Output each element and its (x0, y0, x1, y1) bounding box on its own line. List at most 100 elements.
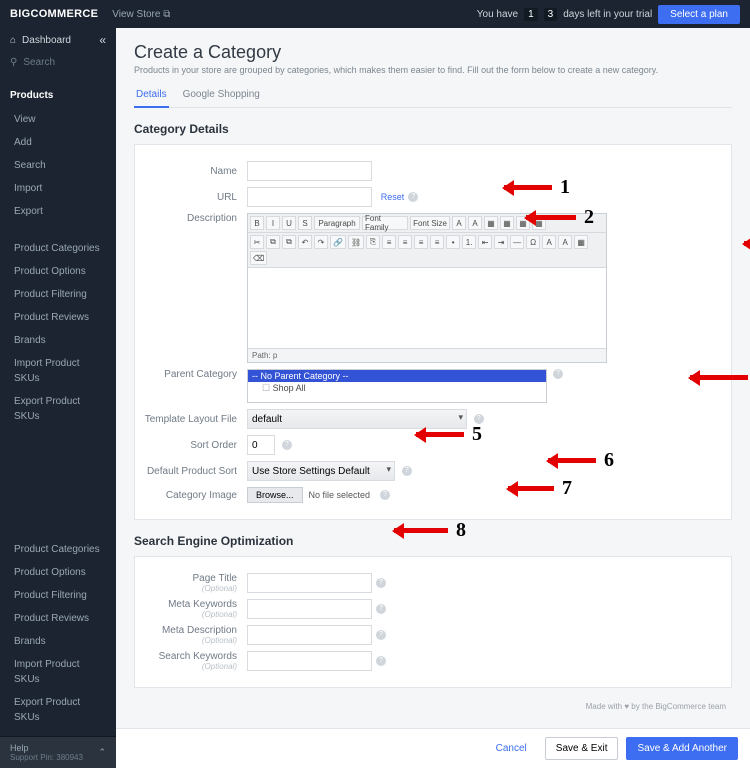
page-description: Products in your store are grouped by ca… (134, 65, 732, 75)
sidebar-item-export[interactable]: Export (0, 200, 116, 223)
save-add-another-button[interactable]: Save & Add Another (626, 737, 738, 760)
sidebar-item-product-categories[interactable]: Product Categories (0, 237, 116, 260)
rte-btn[interactable]: ⇥ (494, 235, 508, 249)
sidebar-item-product-reviews[interactable]: Product Reviews (0, 306, 116, 329)
label-meta-keywords: Meta Keywords(Optional) (135, 599, 247, 619)
rte-btn[interactable]: ↶ (298, 235, 312, 249)
reset-link[interactable]: Reset (381, 192, 405, 202)
sidebar-products[interactable]: Products (0, 83, 116, 108)
info-icon: ? (408, 192, 418, 202)
rte-btn[interactable]: ▦ (532, 216, 546, 230)
sidebar-search[interactable]: ⚲ Search (0, 52, 116, 73)
info-icon: ? (474, 414, 484, 424)
rte-btn[interactable]: A (542, 235, 556, 249)
rte-btn[interactable]: 🔗 (330, 235, 346, 249)
rte-btn[interactable]: ▦ (484, 216, 498, 230)
rte-btn[interactable]: ⎘ (366, 235, 380, 249)
info-icon: ? (376, 578, 386, 588)
tab-google-shopping[interactable]: Google Shopping (181, 85, 262, 107)
rte-btn[interactable]: — (510, 235, 524, 249)
rte-btn[interactable]: ⧉ (282, 235, 296, 249)
parent-category-list[interactable]: -- No Parent Category -- Shop All (247, 369, 547, 403)
search-keywords-input[interactable] (247, 651, 372, 671)
url-input[interactable] (247, 187, 372, 207)
rte-underline-icon[interactable]: U (282, 216, 296, 230)
made-with-love: Made with ♥ by the BigCommerce team (134, 702, 732, 711)
rte-btn[interactable]: ≡ (430, 235, 444, 249)
rte-btn[interactable]: A (452, 216, 466, 230)
rte-btn[interactable]: ⛓ (348, 235, 364, 249)
rte-btn[interactable]: A (468, 216, 482, 230)
rte-btn[interactable]: ▦ (574, 235, 588, 249)
rte-btn[interactable]: ⌫ (250, 251, 267, 265)
panel-category-details: Name URL Reset? Description (134, 144, 732, 520)
sidebar-item-product-options-2[interactable]: Product Options (0, 561, 116, 584)
sidebar-dashboard[interactable]: ⌂ Dashboard « (0, 28, 116, 52)
view-store-link[interactable]: View Store ⧉ (112, 9, 170, 20)
rte-body[interactable] (248, 268, 606, 348)
cancel-button[interactable]: Cancel (486, 737, 537, 760)
rte-btn[interactable]: ✂ (250, 235, 264, 249)
rte-btn[interactable]: ▦ (516, 216, 530, 230)
rte-btn[interactable]: ≡ (398, 235, 412, 249)
info-icon: ? (376, 656, 386, 666)
trial-prefix: You have (477, 9, 518, 20)
sidebar-item-import[interactable]: Import (0, 177, 116, 200)
rte-bold-icon[interactable]: B (250, 216, 264, 230)
sidebar-item-import-skus-2[interactable]: Import Product SKUs (0, 653, 116, 691)
label-template: Template Layout File (135, 414, 247, 425)
meta-keywords-input[interactable] (247, 599, 372, 619)
label-page-title: Page Title(Optional) (135, 573, 247, 593)
trial-digit-1: 1 (524, 8, 538, 21)
section-seo: Search Engine Optimization (134, 534, 732, 548)
rte-toolbar-1[interactable]: BIUS Paragraph Font Family Font Size AA▦… (248, 214, 606, 233)
sidebar-item-product-options[interactable]: Product Options (0, 260, 116, 283)
sidebar-item-view[interactable]: View (0, 108, 116, 131)
rte-btn[interactable]: 1. (462, 235, 476, 249)
sidebar-help[interactable]: Help Support Pin: 380943 ⌃ (0, 736, 116, 768)
rte-btn[interactable]: ↷ (314, 235, 328, 249)
rte-btn[interactable]: ≡ (382, 235, 396, 249)
label-category-image: Category Image (135, 490, 247, 501)
sidebar-item-add[interactable]: Add (0, 131, 116, 154)
label-description: Description (135, 213, 247, 224)
browse-button[interactable]: Browse... (247, 487, 303, 503)
rte-btn[interactable]: ⧉ (266, 235, 280, 249)
select-plan-button[interactable]: Select a plan (658, 5, 740, 24)
collapse-icon[interactable]: « (99, 33, 106, 47)
parent-option-none[interactable]: -- No Parent Category -- (248, 370, 546, 382)
page-title-input[interactable] (247, 573, 372, 593)
sidebar-item-export-skus[interactable]: Export Product SKUs (0, 390, 116, 428)
meta-description-input[interactable] (247, 625, 372, 645)
sidebar-item-import-skus[interactable]: Import Product SKUs (0, 352, 116, 390)
sidebar-item-product-filtering[interactable]: Product Filtering (0, 283, 116, 306)
rte-strike-icon[interactable]: S (298, 216, 312, 230)
sort-order-input[interactable] (247, 435, 275, 455)
sidebar-item-search[interactable]: Search (0, 154, 116, 177)
rte-btn[interactable]: Ω (526, 235, 540, 249)
rich-text-editor[interactable]: BIUS Paragraph Font Family Font Size AA▦… (247, 213, 607, 363)
sidebar-item-export-skus-2[interactable]: Export Product SKUs (0, 691, 116, 729)
name-input[interactable] (247, 161, 372, 181)
rte-btn[interactable]: ⇤ (478, 235, 492, 249)
sidebar-item-brands[interactable]: Brands (0, 329, 116, 352)
sidebar-item-brands-2[interactable]: Brands (0, 630, 116, 653)
sidebar-item-product-filtering-2[interactable]: Product Filtering (0, 584, 116, 607)
rte-btn[interactable]: • (446, 235, 460, 249)
rte-paragraph-select[interactable]: Paragraph (314, 216, 360, 230)
rte-btn[interactable]: A (558, 235, 572, 249)
rte-btn[interactable]: ▦ (500, 216, 514, 230)
info-icon: ? (282, 440, 292, 450)
tab-details[interactable]: Details (134, 85, 169, 108)
default-sort-select[interactable]: Use Store Settings Default (247, 461, 395, 481)
sidebar-item-product-reviews-2[interactable]: Product Reviews (0, 607, 116, 630)
rte-font-family-select[interactable]: Font Family (362, 216, 408, 230)
rte-toolbar-2[interactable]: ✂⧉⧉↶↷🔗⛓⎘≡≡≡≡•1.⇤⇥—ΩAA▦⌫ (248, 233, 606, 268)
rte-italic-icon[interactable]: I (266, 216, 280, 230)
rte-btn[interactable]: ≡ (414, 235, 428, 249)
sidebar-item-product-categories-2[interactable]: Product Categories (0, 538, 116, 561)
template-select[interactable]: default (247, 409, 467, 429)
save-exit-button[interactable]: Save & Exit (545, 737, 619, 760)
rte-font-size-select[interactable]: Font Size (410, 216, 450, 230)
parent-option-shopall[interactable]: Shop All (248, 382, 546, 395)
